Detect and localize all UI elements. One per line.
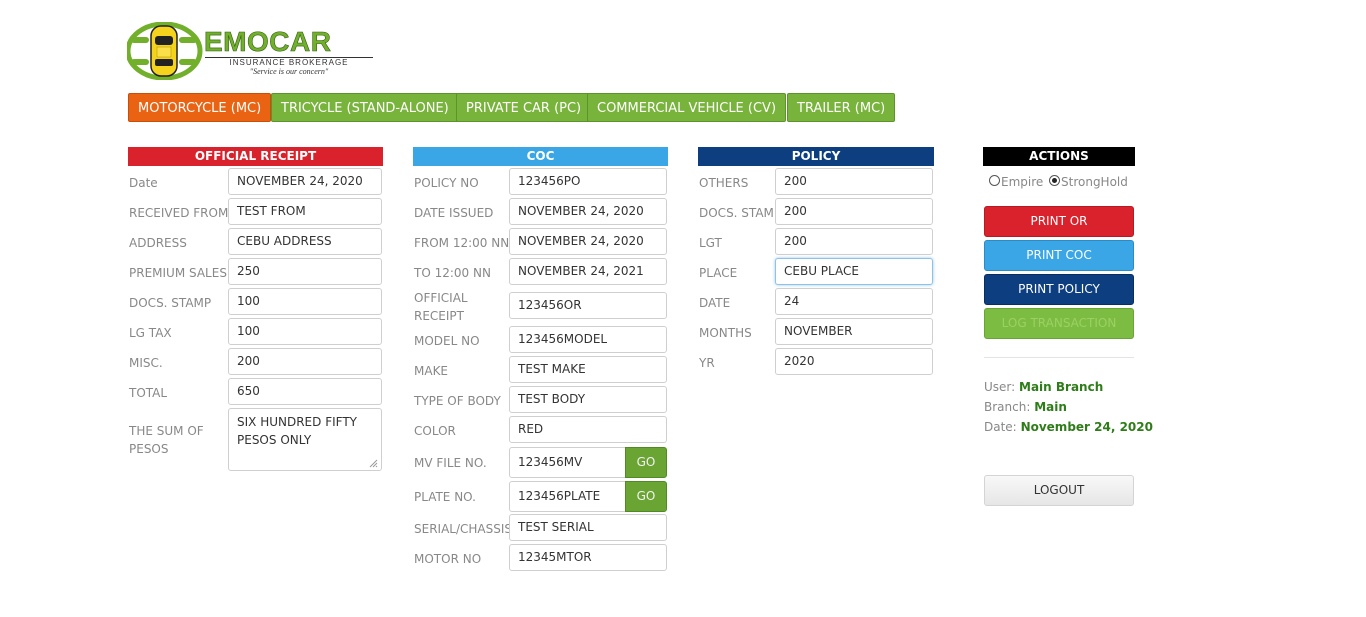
or-docs-stamp-input[interactable]: 100 — [228, 288, 382, 315]
actions-divider — [984, 357, 1134, 358]
or-date-input[interactable]: NOVEMBER 24, 2020 — [228, 168, 382, 195]
or-lg-tax-input[interactable]: 100 — [228, 318, 382, 345]
coc-date-issued-input[interactable]: NOVEMBER 24, 2020 — [509, 198, 667, 225]
print-coc-button[interactable]: PRINT COC — [984, 240, 1134, 271]
or-docs-stamp-label: DOCS. STAMP — [129, 296, 212, 310]
stronghold-radio-label: StrongHold — [1061, 175, 1128, 189]
policy-date-label: DATE — [699, 296, 731, 310]
coc-plate-no-label: PLATE NO. — [414, 490, 476, 504]
coc-make-label: MAKE — [414, 364, 449, 378]
coc-header: COC — [413, 147, 668, 166]
tab-motorcycle[interactable]: MOTORCYCLE (MC) — [128, 93, 272, 122]
or-date-label: Date — [129, 176, 158, 190]
coc-to-label: TO 12:00 NN — [414, 266, 491, 280]
coc-model-no-label: MODEL NO — [414, 334, 480, 348]
stronghold-radio[interactable] — [1049, 175, 1060, 186]
policy-yr-label: YR — [699, 356, 715, 370]
official-receipt-header: OFFICIAL RECEIPT — [128, 147, 383, 166]
policy-months-input[interactable]: NOVEMBER — [775, 318, 933, 345]
tab-trailer[interactable]: TRAILER (MC) — [787, 93, 896, 122]
or-sum-of-pesos-label: THE SUM OF PESOS — [129, 424, 204, 456]
date-info: Date: November 24, 2020 — [984, 418, 1153, 436]
actions-header: ACTIONS — [983, 147, 1135, 166]
brand-logo: EMOCAR INSURANCE BROKERAGE "Service is o… — [127, 22, 377, 80]
coc-type-of-body-input[interactable]: TEST BODY — [509, 386, 667, 413]
coc-serial-chassis-input[interactable]: TEST SERIAL — [509, 514, 667, 541]
coc-date-issued-label: DATE ISSUED — [414, 206, 494, 220]
or-sum-of-pesos-textarea[interactable]: SIX HUNDRED FIFTY PESOS ONLY — [228, 408, 382, 471]
or-total-input[interactable]: 650 — [228, 378, 382, 405]
brand-subtitle: INSURANCE BROKERAGE — [205, 57, 373, 67]
or-address-label: ADDRESS — [129, 236, 187, 250]
or-lg-tax-label: LG TAX — [129, 326, 172, 340]
print-or-button[interactable]: PRINT OR — [984, 206, 1134, 237]
coc-type-of-body-label: TYPE OF BODY — [414, 394, 501, 408]
coc-plate-no-input[interactable]: 123456PLATE — [509, 481, 626, 512]
empire-radio[interactable] — [989, 175, 1000, 186]
coc-policy-no-label: POLICY NO — [414, 176, 479, 190]
empire-radio-label: Empire — [1001, 175, 1044, 189]
user-info: User: Main Branch — [984, 378, 1103, 396]
date-label: Date: — [984, 420, 1017, 434]
branch-label: Branch: — [984, 400, 1031, 414]
date-value: November 24, 2020 — [1020, 420, 1153, 434]
coc-make-input[interactable]: TEST MAKE — [509, 356, 667, 383]
policy-docs-stamp-input[interactable]: 200 — [775, 198, 933, 225]
coc-mv-file-no-label: MV FILE NO. — [414, 456, 487, 470]
policy-yr-input[interactable]: 2020 — [775, 348, 933, 375]
policy-lgt-label: LGT — [699, 236, 722, 250]
coc-mv-file-no-input[interactable]: 123456MV — [509, 447, 626, 478]
plate-no-go-button[interactable]: GO — [625, 481, 667, 512]
tab-tricycle[interactable]: TRICYCLE (STAND-ALONE) — [271, 93, 459, 122]
or-address-input[interactable]: CEBU ADDRESS — [228, 228, 382, 255]
or-premium-sales-label: PREMIUM SALES — [129, 266, 227, 280]
policy-lgt-input[interactable]: 200 — [775, 228, 933, 255]
mv-file-go-button[interactable]: GO — [625, 447, 667, 478]
policy-header: POLICY — [698, 147, 934, 166]
policy-docs-stamp-label: DOCS. STAMP — [699, 206, 782, 220]
coc-policy-no-input[interactable]: 123456PO — [509, 168, 667, 195]
or-received-from-input[interactable]: TEST FROM — [228, 198, 382, 225]
coc-color-input[interactable]: RED — [509, 416, 667, 443]
policy-place-label: PLACE — [699, 266, 738, 280]
tab-commercial-vehicle[interactable]: COMMERCIAL VEHICLE (CV) — [587, 93, 787, 122]
coc-model-no-input[interactable]: 123456MODEL — [509, 326, 667, 353]
user-value: Main Branch — [1019, 380, 1104, 394]
policy-others-input[interactable]: 200 — [775, 168, 933, 195]
print-policy-button[interactable]: PRINT POLICY — [984, 274, 1134, 305]
or-misc-label: MISC. — [129, 356, 163, 370]
brand-name: EMOCAR — [204, 26, 332, 57]
logout-button[interactable]: LOGOUT — [984, 475, 1134, 506]
tab-private-car[interactable]: PRIVATE CAR (PC) — [456, 93, 592, 122]
coc-from-input[interactable]: NOVEMBER 24, 2020 — [509, 228, 667, 255]
policy-others-label: OTHERS — [699, 176, 749, 190]
user-label: User: — [984, 380, 1016, 394]
coc-motor-no-input[interactable]: 12345MTOR — [509, 544, 667, 571]
coc-serial-chassis-label: SERIAL/CHASSIS — [414, 522, 513, 536]
policy-months-label: MONTHS — [699, 326, 752, 340]
or-misc-input[interactable]: 200 — [228, 348, 382, 375]
coc-to-input[interactable]: NOVEMBER 24, 2021 — [509, 258, 667, 285]
car-logo-icon — [127, 22, 203, 80]
coc-from-label: FROM 12:00 NN — [414, 236, 510, 250]
policy-date-input[interactable]: 24 — [775, 288, 933, 315]
resize-grip-icon[interactable] — [369, 459, 378, 468]
coc-color-label: COLOR — [414, 424, 456, 438]
or-total-label: TOTAL — [129, 386, 168, 400]
policy-place-input[interactable]: CEBU PLACE — [775, 258, 933, 285]
branch-value: Main — [1034, 400, 1067, 414]
brand-tagline: "Service is our concern" — [249, 67, 329, 76]
coc-official-receipt-input[interactable]: 123456OR — [509, 292, 667, 319]
or-premium-sales-input[interactable]: 250 — [228, 258, 382, 285]
coc-official-receipt-label: OFFICIAL RECEIPT — [414, 291, 468, 323]
log-transaction-button[interactable]: LOG TRANSACTION — [984, 308, 1134, 339]
or-received-from-label: RECEIVED FROM — [129, 206, 229, 220]
coc-motor-no-label: MOTOR NO — [414, 552, 482, 566]
branch-info: Branch: Main — [984, 398, 1067, 416]
